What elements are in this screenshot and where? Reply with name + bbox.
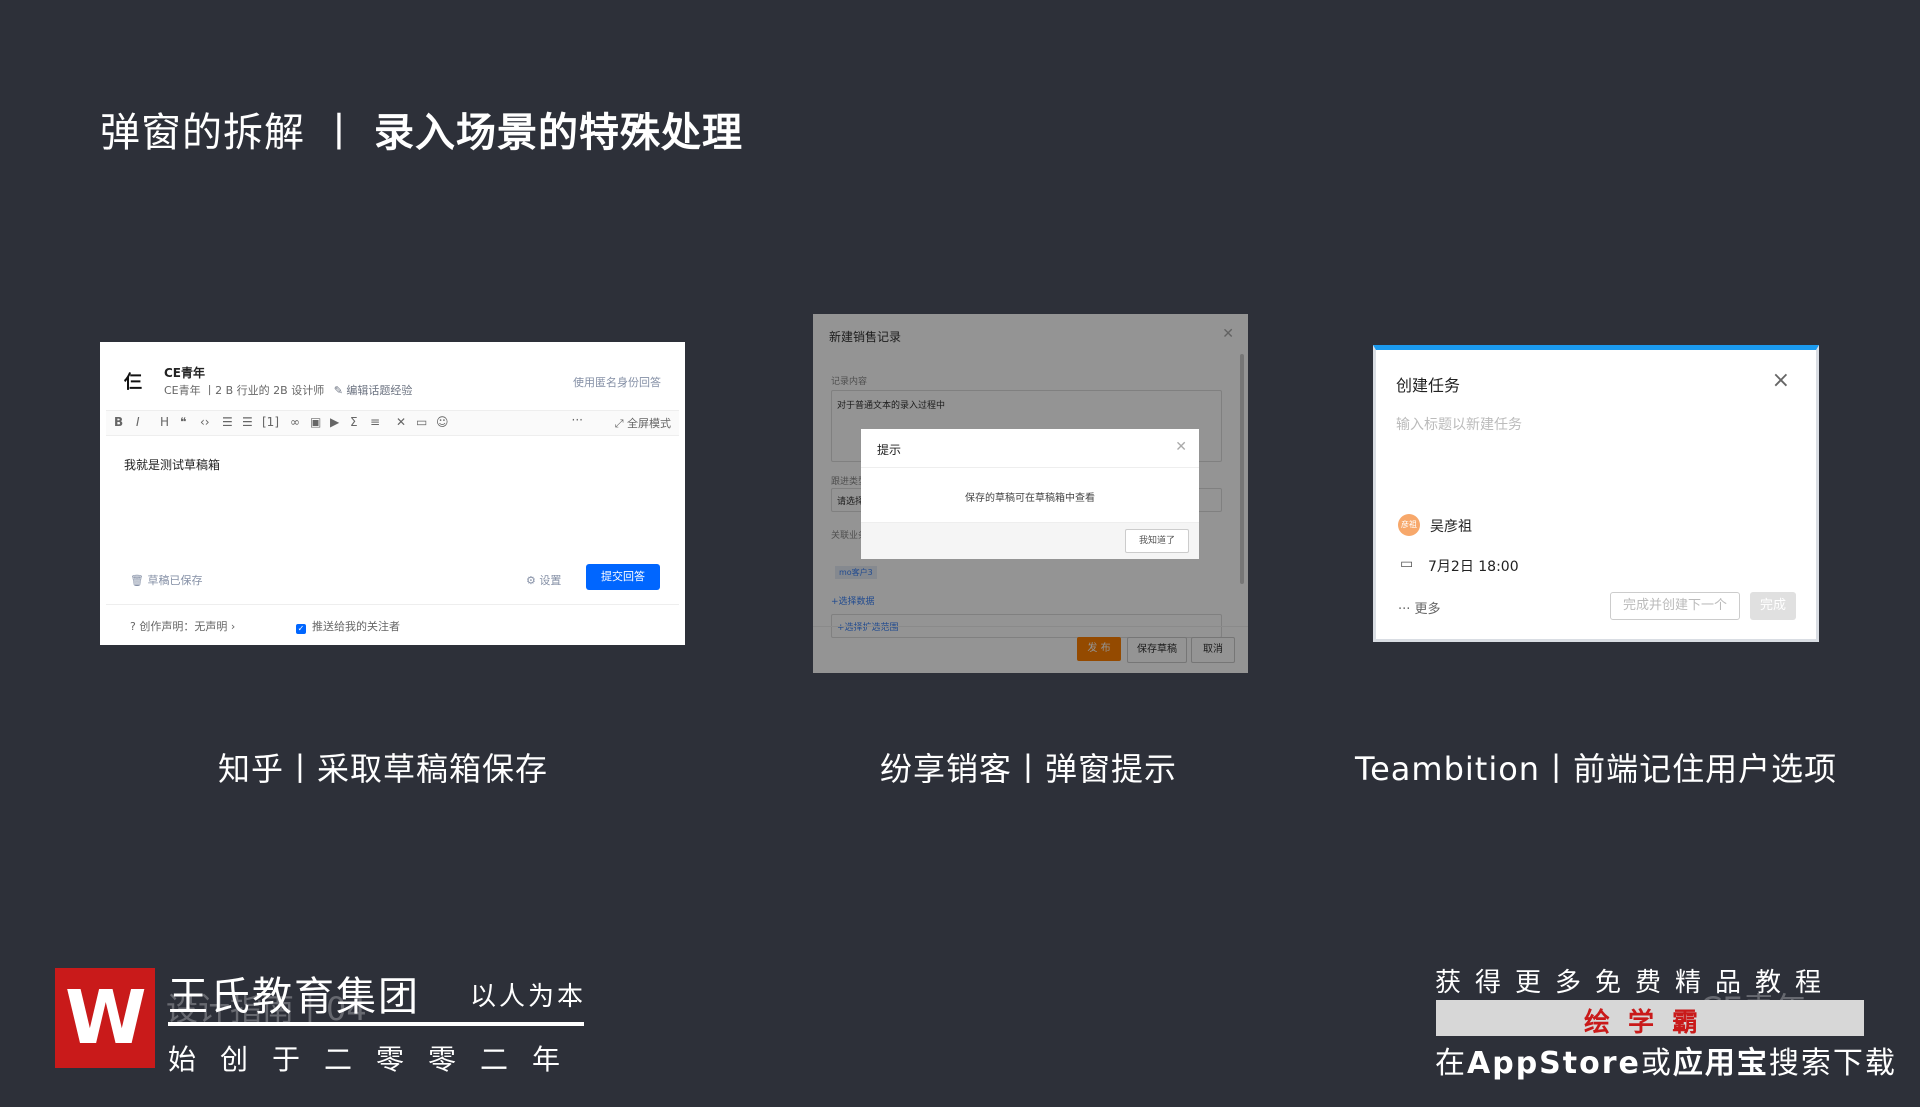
declaration-label: 创作声明：无声明 (139, 620, 228, 633)
promo-prefix: 在 (1435, 1046, 1467, 1081)
task-title-input[interactable]: 输入标题以新建任务 (1396, 414, 1522, 434)
assignee-name[interactable]: 吴彦祖 (1430, 516, 1472, 536)
reference-icon[interactable]: [1] (262, 415, 279, 429)
folder-icon[interactable]: ▭ (416, 415, 427, 429)
code-icon[interactable]: ‹› (200, 415, 210, 429)
checkbox-checked-icon[interactable]: ✓ (296, 624, 306, 634)
draft-saved-status: 🗑 草稿已保存 (130, 572, 202, 588)
fenxiang-sales-record-form: 新建销售记录 ✕ 记录内容 对于普通文本的录入过程中 跟进类型 请选择 关联业务… (813, 314, 1248, 673)
submit-answer-button[interactable]: 提交回答 (586, 564, 660, 590)
ordered-list-icon[interactable]: ☰ (222, 415, 233, 429)
author-name: CE青年 (164, 366, 206, 380)
quote-icon[interactable]: ❝ (180, 415, 186, 429)
done-button[interactable]: 完成 (1750, 592, 1796, 620)
calendar-icon: ▭ (1400, 556, 1414, 572)
unordered-list-icon[interactable]: ☰ (242, 415, 253, 429)
brand-logo-letter: W (65, 975, 147, 1061)
close-icon[interactable]: × (1772, 368, 1790, 393)
editor-content[interactable]: 我就是测试草稿箱 (124, 456, 220, 473)
more-options[interactable]: ··· 更多 (1398, 598, 1441, 617)
edit-topic-link[interactable]: ✎ 编辑话题经验 (334, 384, 413, 397)
create-task-title: 创建任务 (1396, 376, 1461, 395)
fenxiang-caption: 纷享销客丨弹窗提示 (880, 750, 1178, 788)
tip-dialog-divider (861, 467, 1199, 468)
settings-button[interactable]: ⚙ 设置 (526, 572, 561, 588)
anonymous-answer-link[interactable]: 使用匿名身份回答 (573, 374, 661, 390)
formula-icon[interactable]: Σ (350, 415, 358, 429)
more-icon[interactable]: ··· (572, 413, 583, 427)
company-name: 王氏教育集团 (168, 974, 420, 1020)
author-logo-icon: 仨 (124, 372, 142, 393)
promo-or: 或 (1640, 1046, 1673, 1081)
avatar[interactable]: 彦祖 (1398, 514, 1420, 536)
teambition-caption: Teambition丨前端记住用户选项 (1355, 750, 1838, 788)
promo-brand: 绘学霸 (1583, 1008, 1716, 1038)
got-it-button[interactable]: 我知道了 (1125, 529, 1189, 553)
settings-label: 设置 (539, 574, 562, 587)
slide-title-right: 录入场景的特殊处理 (374, 110, 743, 156)
create-next-button[interactable]: 完成并创建下一个 (1610, 592, 1740, 620)
gear-icon: ⚙ (526, 574, 536, 587)
tip-dialog-title: 提示 (877, 443, 902, 457)
edit-topic-label: 编辑话题经验 (346, 384, 413, 397)
slide-title-left: 弹窗的拆解 (100, 110, 305, 156)
brand-logo: W (55, 968, 155, 1068)
declaration-selector[interactable]: ? 创作声明：无声明 › (130, 618, 235, 634)
trash-icon[interactable]: 🗑 (130, 574, 144, 587)
promo-line-2: 在AppStore或应用宝搜索下载 (1435, 1038, 1897, 1082)
zhihu-author-header: 仨 CE青年 CE青年 丨2 B 行业的 2B 设计师 ✎ 编辑话题经验 使用匿… (124, 360, 661, 400)
fullscreen-label: 全屏模式 (627, 417, 671, 430)
founded-text: 始创于二零零二年 (168, 1043, 585, 1076)
italic-icon[interactable]: I (136, 415, 140, 429)
heading-icon[interactable]: H (160, 415, 169, 429)
clear-format-icon[interactable]: ✕ (396, 415, 406, 429)
promo-appstore: AppStore (1467, 1046, 1641, 1081)
tip-dialog-message: 保存的草稿可在草稿箱中查看 (965, 493, 1095, 504)
promo-yyb: 应用宝 (1672, 1046, 1769, 1081)
promo-line-1: 获得更多免费精品教程 (1435, 968, 1836, 998)
video-icon[interactable]: ▶ (330, 415, 339, 429)
push-followers-label: 推送给我的关注者 (312, 620, 400, 633)
teambition-create-task-dialog: 创建任务 × 输入标题以新建任务 彦祖 吴彦祖 ▭ 7月2日 18:00 ···… (1373, 345, 1819, 642)
footer-divider (106, 604, 679, 605)
draft-saved-label: 草稿已保存 (147, 574, 203, 587)
slide-title-separator: 丨 (319, 110, 360, 156)
question-icon: ? (130, 620, 136, 633)
divider-icon[interactable]: ≡ (370, 415, 380, 429)
zhihu-caption: 知乎丨采取草稿箱保存 (218, 750, 549, 788)
link-icon[interactable]: ∞ (290, 415, 300, 429)
ellipsis-icon: ··· (1398, 602, 1411, 617)
promo-brand-bar: 绘学霸 (1436, 1000, 1864, 1038)
zhihu-answer-editor: 仨 CE青年 CE青年 丨2 B 行业的 2B 设计师 ✎ 编辑话题经验 使用匿… (100, 342, 685, 645)
promo-suffix: 搜索下载 (1768, 1046, 1897, 1081)
tip-dialog-footer: 我知道了 (861, 522, 1199, 559)
slide-title: 弹窗的拆解丨录入场景的特殊处理 (100, 100, 743, 158)
more-label: 更多 (1414, 602, 1441, 617)
company-motto: 以人为本 (470, 982, 587, 1012)
due-date[interactable]: 7月2日 18:00 (1428, 556, 1519, 576)
tip-dialog: 提示 ✕ 保存的草稿可在草稿箱中查看 我知道了 (861, 429, 1199, 559)
brand-divider (168, 1022, 584, 1026)
author-meta-text: CE青年 丨2 B 行业的 2B 设计师 (164, 384, 325, 397)
emoji-icon[interactable]: ☺ (436, 415, 449, 429)
tip-dialog-close-icon[interactable]: ✕ (1175, 439, 1187, 455)
image-icon[interactable]: ▣ (310, 415, 321, 429)
push-followers-checkbox[interactable]: ✓ 推送给我的关注者 (296, 618, 400, 634)
author-meta: CE青年 丨2 B 行业的 2B 设计师 ✎ 编辑话题经验 (164, 382, 412, 398)
fullscreen-button[interactable]: ⤢ 全屏模式 (615, 415, 671, 431)
editor-toolbar: B I H ❝ ‹› ☰ ☰ [1] ∞ ▣ ▶ Σ ≡ ✕ ▭ ☺ ··· ⤢… (106, 410, 679, 436)
bold-icon[interactable]: B (114, 415, 123, 429)
